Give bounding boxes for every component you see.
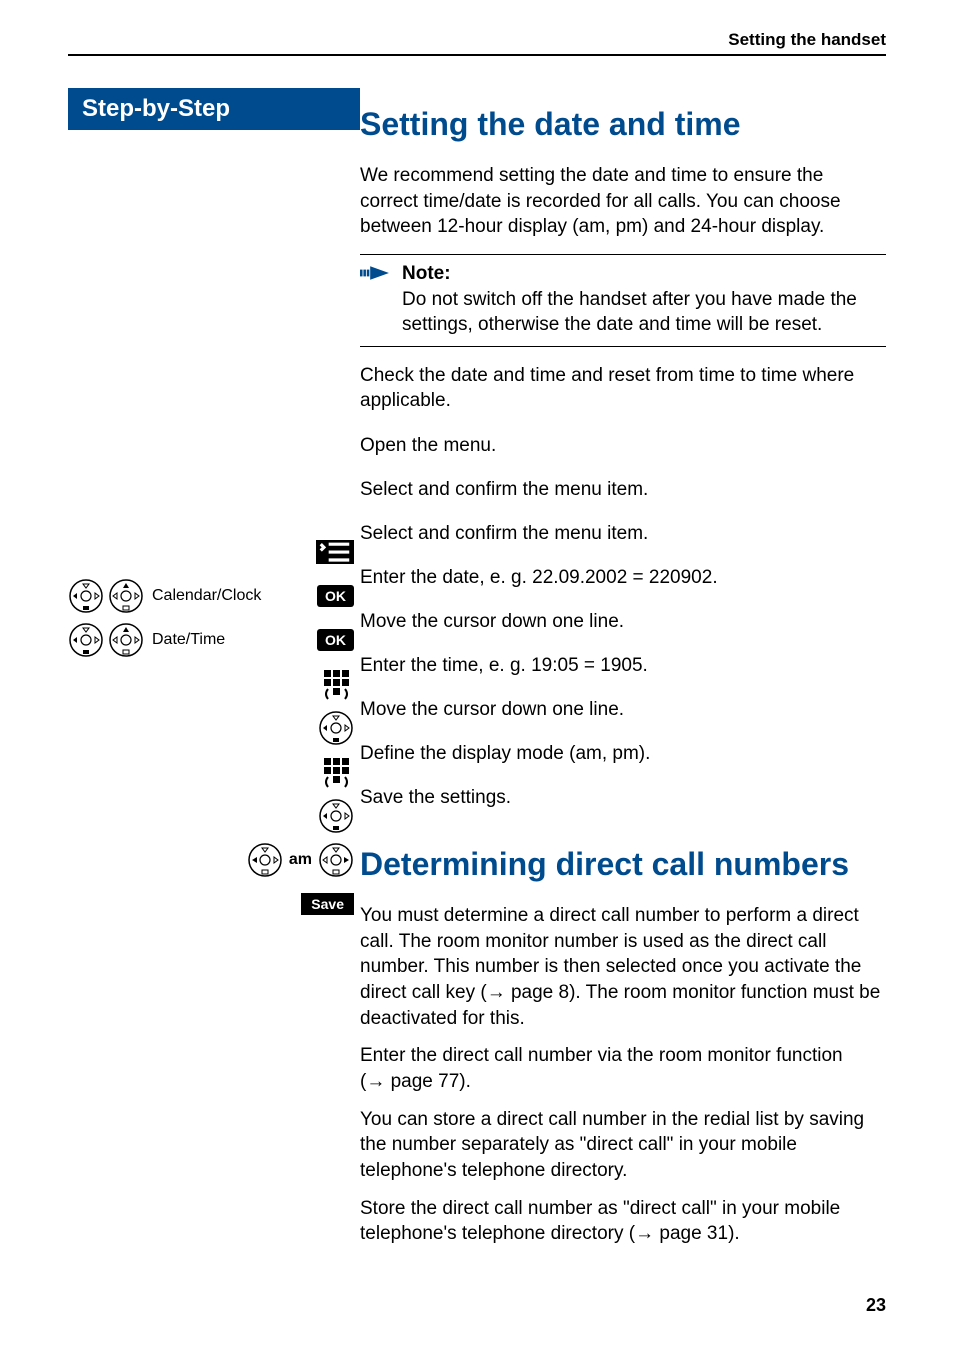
control-pad-up-icon bbox=[108, 622, 144, 658]
step-icons-stack: Calendar/Clock OK Date/Time OK bbox=[68, 532, 360, 924]
manual-page: Setting the handset Step-by-Step bbox=[0, 0, 954, 1352]
page-ref-31: page 31 bbox=[659, 1223, 728, 1244]
step-save: Save bbox=[68, 884, 360, 924]
direct-call-p1: You must determine a direct call number … bbox=[360, 903, 886, 1031]
control-pad-down-icon bbox=[68, 622, 104, 658]
arrow-icon: → bbox=[635, 1223, 659, 1244]
direct-call-p3: You can store a direct call number in th… bbox=[360, 1107, 886, 1184]
step-text-select-confirm-1: Select and confirm the menu item. bbox=[360, 477, 648, 503]
step-text-enter-date: Enter the date, e. g. 22.09.2002 = 22090… bbox=[360, 565, 718, 591]
after-note-paragraph: Check the date and time and reset from t… bbox=[360, 363, 886, 414]
step-calendar-clock: Calendar/Clock OK bbox=[68, 576, 360, 616]
step-keypad-time bbox=[68, 752, 360, 792]
menu-icon bbox=[316, 540, 354, 564]
page-ref-77: page 77 bbox=[391, 1071, 460, 1092]
arrow-icon: → bbox=[487, 982, 511, 1003]
step-move-down-2 bbox=[68, 796, 360, 836]
right-column: Setting the date and time We recommend s… bbox=[360, 88, 886, 1259]
note-text: Note: Do not switch off the handset afte… bbox=[394, 261, 886, 338]
save-button: Save bbox=[301, 893, 354, 915]
step-display-mode: am bbox=[68, 840, 360, 880]
control-pad-down-icon bbox=[318, 710, 354, 746]
step-date-time: Date/Time OK bbox=[68, 620, 360, 660]
ok-button: OK bbox=[317, 585, 354, 607]
step-text-move-down-1: Move the cursor down one line. bbox=[360, 609, 624, 635]
intro-paragraph: We recommend setting the date and time t… bbox=[360, 163, 886, 240]
header-section-label: Setting the handset bbox=[728, 30, 886, 49]
ok-button: OK bbox=[317, 629, 354, 651]
heading-setting-date-time: Setting the date and time bbox=[360, 106, 886, 143]
keypad-icon bbox=[318, 666, 354, 702]
control-pad-down-icon bbox=[68, 578, 104, 614]
note-body: Do not switch off the handset after you … bbox=[402, 289, 857, 336]
arrow-icon: → bbox=[366, 1071, 390, 1092]
step-open-menu bbox=[68, 532, 360, 572]
step-by-step-header: Step-by-Step bbox=[68, 88, 360, 130]
step-text-move-down-2: Move the cursor down one line. bbox=[360, 697, 624, 723]
page-ref-8: page 8 bbox=[511, 982, 569, 1003]
control-pad-left-icon bbox=[247, 842, 283, 878]
keypad-icon bbox=[318, 754, 354, 790]
control-pad-right-icon bbox=[318, 842, 354, 878]
step-text-enter-time: Enter the time, e. g. 19:05 = 1905. bbox=[360, 653, 648, 679]
note-block: Note: Do not switch off the handset afte… bbox=[360, 254, 886, 347]
note-label: Note: bbox=[402, 263, 451, 284]
page-header: Setting the handset bbox=[68, 30, 886, 56]
control-pad-down-icon bbox=[318, 798, 354, 834]
step-move-down-1 bbox=[68, 708, 360, 748]
control-pad-up-icon bbox=[108, 578, 144, 614]
step-text-open-menu: Open the menu. bbox=[360, 433, 496, 459]
heading-direct-call: Determining direct call numbers bbox=[360, 846, 886, 883]
step-text-save: Save the settings. bbox=[360, 785, 511, 811]
menu-item-calendar-label: Calendar/Clock bbox=[152, 587, 261, 605]
direct-call-p2: Enter the direct call number via the roo… bbox=[360, 1043, 886, 1094]
step-text-define-mode: Define the display mode (am, pm). bbox=[360, 741, 650, 767]
am-label: am bbox=[289, 851, 312, 869]
direct-call-p4: Store the direct call number as "direct … bbox=[360, 1196, 886, 1247]
note-arrow-icon bbox=[360, 261, 394, 338]
content-columns: Step-by-Step Calendar/Clock bbox=[68, 88, 886, 1259]
step-descriptions: Open the menu. Select and confirm the me… bbox=[360, 426, 886, 818]
left-column: Step-by-Step Calendar/Clock bbox=[68, 88, 360, 1259]
step-text-select-confirm-2: Select and confirm the menu item. bbox=[360, 521, 648, 547]
step-keypad-date bbox=[68, 664, 360, 704]
page-number: 23 bbox=[866, 1295, 886, 1316]
menu-item-datetime-label: Date/Time bbox=[152, 631, 225, 649]
